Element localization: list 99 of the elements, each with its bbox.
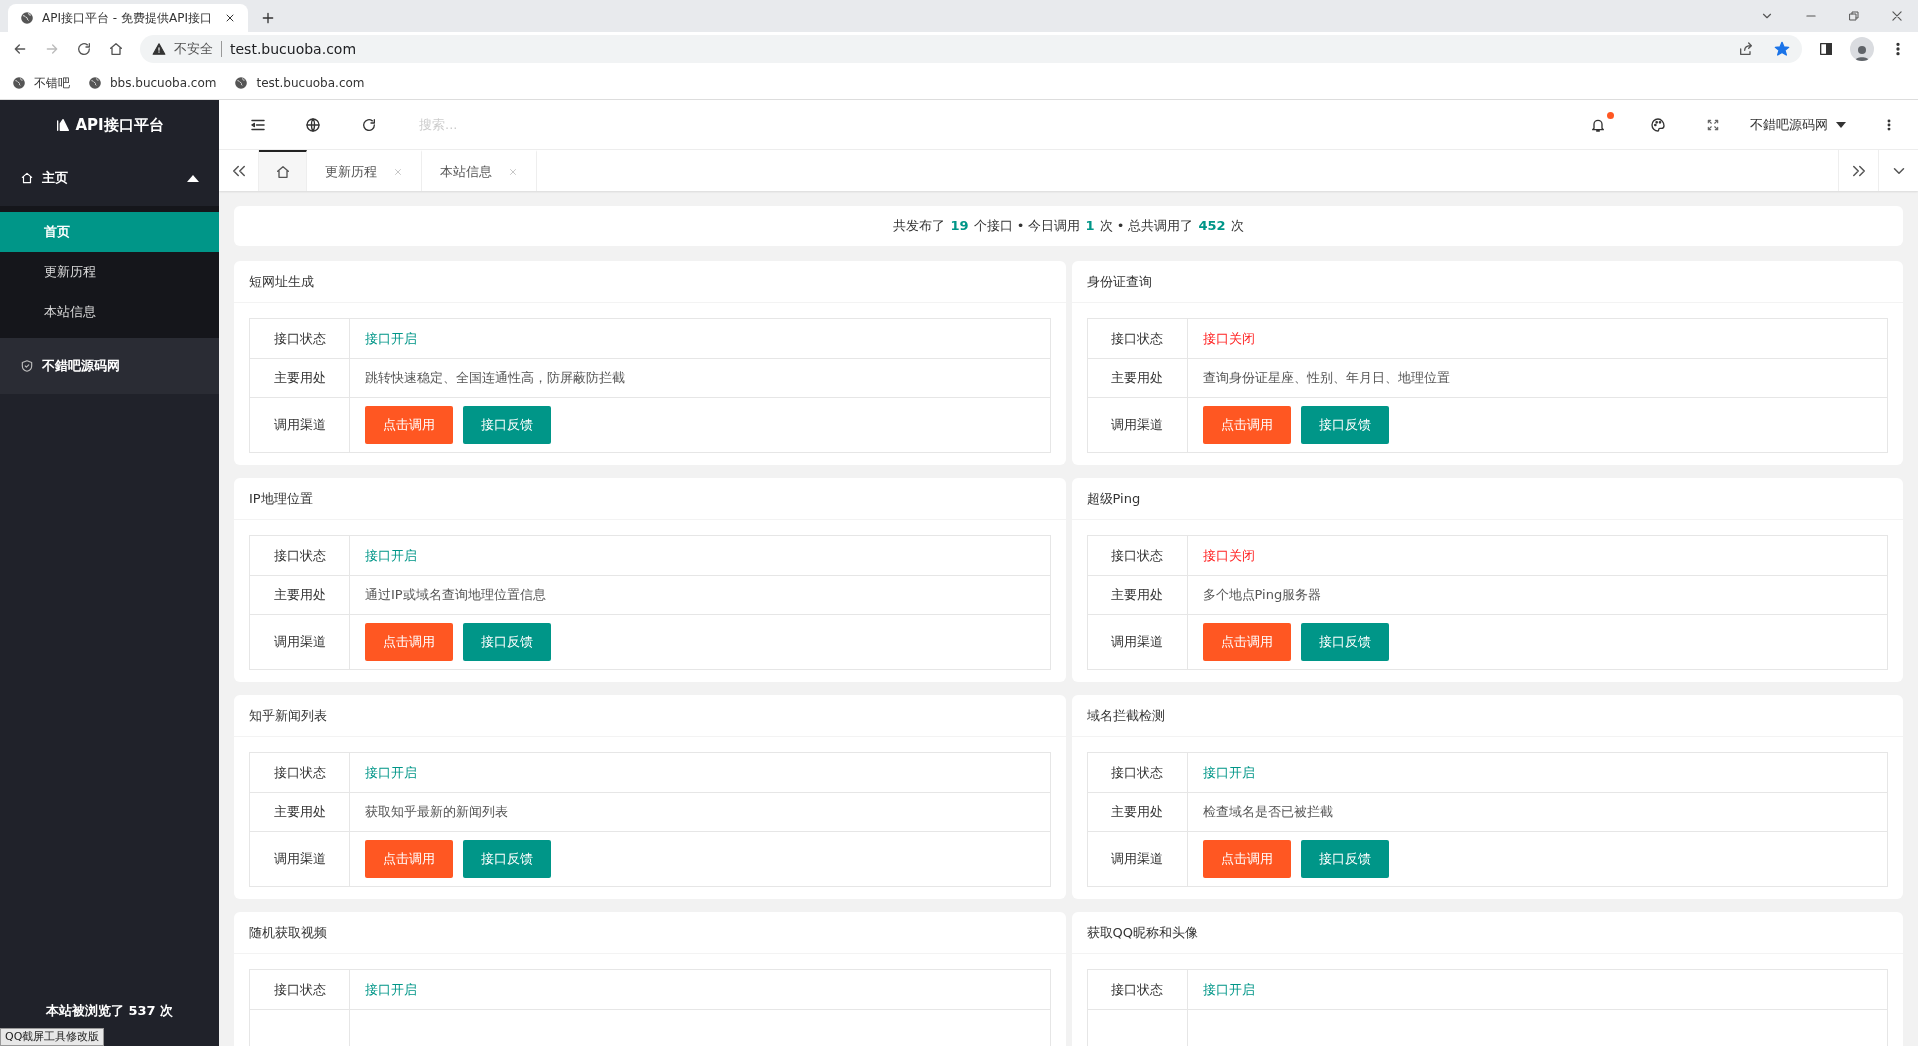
feedback-button[interactable]: 接口反馈 [1300, 623, 1389, 661]
call-button[interactable]: 点击调用 [1202, 840, 1291, 878]
star-icon[interactable] [1774, 41, 1790, 57]
bookmark[interactable]: 不错吧 [12, 73, 70, 92]
call-button[interactable]: 点击调用 [1202, 623, 1291, 661]
home-icon [274, 163, 291, 180]
side-panel-icon[interactable] [1818, 41, 1834, 57]
card-title: IP地理位置 [234, 478, 1066, 520]
card-title: 身份证查询 [1071, 261, 1903, 303]
page-tab[interactable] [259, 150, 307, 191]
table-cell-text: 检查域名是否已被拦截 [1202, 803, 1333, 822]
feedback-button[interactable]: 接口反馈 [463, 406, 551, 444]
page-tab[interactable]: 本站信息 [422, 150, 537, 191]
table-cell-text: 多个地点Ping服务器 [1202, 586, 1322, 605]
submenu-item[interactable]: 首页 [0, 212, 219, 252]
profile-avatar[interactable] [1850, 37, 1874, 61]
table-cell: 主要用处 [1087, 793, 1188, 831]
page-tab[interactable]: 更新历程 [307, 150, 422, 191]
card-title: 知乎新闻列表 [234, 695, 1066, 737]
table-cell: 接口状态 [250, 753, 350, 792]
table-cell: 接口状态 [250, 536, 350, 575]
restore-icon[interactable] [1848, 10, 1860, 22]
call-button[interactable]: 点击调用 [365, 840, 453, 878]
table-cell: 接口状态 [1087, 753, 1188, 792]
call-button[interactable]: 点击调用 [1202, 406, 1291, 444]
visit-counter: 本站被浏览了 537 次 [45, 1001, 174, 1020]
call-button[interactable]: 点击调用 [365, 623, 453, 661]
globe-icon [234, 75, 249, 90]
status-text: 接口关闭 [1202, 329, 1255, 348]
table-cell: 接口状态 [1087, 970, 1188, 1009]
table-cell: 调用渠道 [1087, 832, 1188, 886]
table-cell-text: 获取知乎最新的新闻列表 [365, 803, 508, 822]
user-menu[interactable]: 不錯吧源码网 [1750, 114, 1846, 135]
table-cell-text: 跳转快速稳定、全国连通性高，防屏蔽防拦截 [365, 369, 625, 388]
card-title: 超级Ping [1071, 478, 1903, 520]
address-bar[interactable]: 不安全 test.bucuoba.com [140, 35, 1802, 63]
table-cell: 主要用处 [1087, 576, 1188, 614]
card-title: 获取QQ昵称和头像 [1071, 912, 1903, 954]
close-icon[interactable] [224, 12, 236, 24]
table-cell: 接口状态 [1087, 536, 1188, 575]
menu-item[interactable]: 不錯吧源码网 [0, 338, 219, 394]
app-logo: API接口平台 [75, 114, 164, 136]
status-text: 接口开启 [365, 980, 417, 999]
status-text: 接口关闭 [1202, 546, 1255, 565]
card-title: 域名拦截检测 [1071, 695, 1903, 737]
card-title: 短网址生成 [234, 261, 1066, 303]
warning-icon [152, 42, 166, 56]
stats-text: 共发布了 19 个接口 • 今日调用 1 次 • 总共调用了 452 次 [234, 206, 1903, 246]
table-cell: 主要用处 [250, 576, 350, 614]
feedback-button[interactable]: 接口反馈 [1300, 406, 1389, 444]
bookmark[interactable]: bbs.bucuoba.com [88, 73, 217, 92]
card-title: 随机获取视频 [234, 912, 1066, 954]
caret-icon [1836, 121, 1846, 128]
status-text: 接口开启 [1202, 980, 1255, 999]
logo-icon [55, 117, 72, 133]
table-cell: 主要用处 [250, 359, 350, 397]
globe-icon [20, 11, 34, 25]
status-text: 接口开启 [365, 546, 417, 565]
home-icon [20, 171, 34, 185]
new-tab-icon[interactable] [260, 10, 276, 26]
security-label: 不安全 [174, 40, 213, 59]
reload-icon[interactable] [76, 41, 92, 57]
bookmark[interactable]: test.bucuoba.com [234, 73, 365, 92]
home-icon[interactable] [108, 41, 124, 57]
submenu-item[interactable]: 更新历程 [0, 252, 219, 292]
status-text: 接口开启 [1202, 763, 1255, 782]
url-text: test.bucuoba.com [230, 39, 357, 59]
overlay-label: QQ截屏工具修改版 [0, 1028, 105, 1046]
globe-icon [88, 75, 102, 90]
table-cell: 接口状态 [250, 970, 350, 1009]
table-cell: 调用渠道 [250, 615, 350, 669]
feedback-button[interactable]: 接口反馈 [1300, 840, 1389, 878]
call-button[interactable]: 点击调用 [365, 406, 453, 444]
feedback-button[interactable]: 接口反馈 [463, 623, 551, 661]
status-text: 接口开启 [365, 763, 417, 782]
tab-title: API接口平台 - 免费提供API接口 [42, 10, 213, 27]
table-cell: 调用渠道 [1087, 398, 1188, 452]
table-cell: 调用渠道 [250, 832, 350, 886]
refresh-icon[interactable] [361, 116, 377, 133]
submenu-item[interactable]: 本站信息 [0, 292, 219, 332]
table-cell-text: 查询身份证星座、性别、年月日、地理位置 [1202, 369, 1450, 388]
fullscreen-icon[interactable] [1706, 117, 1720, 132]
browser-tab[interactable]: API接口平台 - 免费提供API接口 [8, 4, 248, 32]
close-icon[interactable] [1890, 9, 1904, 23]
table-cell: 调用渠道 [1087, 615, 1188, 669]
table-cell: 主要用处 [1087, 359, 1188, 397]
shield-icon [20, 359, 34, 373]
status-text: 接口开启 [365, 329, 417, 348]
back-icon[interactable] [12, 41, 28, 57]
globe-icon[interactable] [305, 116, 321, 133]
globe-icon [12, 75, 26, 90]
palette-icon[interactable] [1650, 116, 1666, 133]
table-cell-text: 通过IP或域名查询地理位置信息 [365, 586, 546, 605]
table-cell: 调用渠道 [250, 398, 350, 452]
table-cell: 接口状态 [1087, 319, 1188, 358]
feedback-button[interactable]: 接口反馈 [463, 840, 551, 878]
share-icon[interactable] [1738, 41, 1754, 57]
table-cell: 接口状态 [250, 319, 350, 358]
table-cell: 主要用处 [250, 793, 350, 831]
